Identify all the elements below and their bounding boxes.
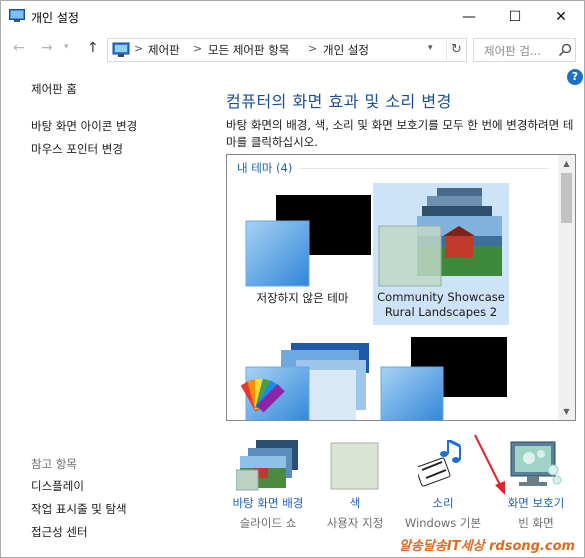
- setting-value: 사용자 지정: [326, 516, 384, 530]
- theme-list[interactable]: 내 테마 (4) 저장하지 않은 테마 Community Showcase R…: [226, 154, 576, 421]
- theme-tile-community-showcase[interactable]: Community Showcase Rural Landscapes 2: [373, 183, 509, 325]
- breadcrumb-separator: >: [134, 42, 144, 55]
- maximize-button[interactable]: ☐: [492, 1, 538, 33]
- theme-label-line2: Rural Landscapes 2: [384, 305, 498, 319]
- setting-desktop-background[interactable]: 바탕 화면 배경 슬라이드 쇼: [223, 438, 313, 533]
- theme-preview-windows-10: [241, 343, 369, 420]
- see-also-taskbar-navigation[interactable]: 작업 표시줄 및 탐색: [31, 501, 127, 517]
- breadcrumb-personalization[interactable]: 개인 설정: [323, 42, 369, 58]
- watermark: 알송달송IT세상 rdsong.com: [399, 539, 576, 554]
- group-header-my-themes: 내 테마 (4): [237, 161, 293, 175]
- desktop-background-icon: [236, 440, 298, 491]
- breadcrumb-all-items[interactable]: 모든 제어판 항목: [208, 42, 289, 58]
- personalization-app-icon: [9, 9, 25, 22]
- setting-name: 바탕 화면 배경: [232, 496, 304, 510]
- theme-tile-high-contrast[interactable]: [373, 333, 509, 420]
- search-input[interactable]: 제어판 검...: [473, 38, 576, 62]
- breadcrumb-separator: >: [193, 42, 203, 55]
- breadcrumb-control-panel[interactable]: 제어판: [148, 42, 180, 58]
- scroll-thumb[interactable]: [561, 173, 572, 223]
- theme-preview-unsaved: [245, 195, 371, 287]
- scroll-down-arrow-icon[interactable]: ▼: [558, 403, 575, 420]
- screen-saver-monitor-icon: [510, 441, 562, 486]
- scroll-up-arrow-icon[interactable]: ▲: [558, 155, 575, 172]
- page-description: 바탕 화면의 배경, 색, 소리 및 화면 보호기를 모두 한 번에 변경하려면…: [226, 118, 574, 149]
- control-panel-icon: [112, 42, 130, 57]
- theme-label: 저장하지 않은 테마: [256, 291, 349, 305]
- annotation-arrow-icon: [474, 434, 505, 495]
- forward-arrow-icon[interactable]: →: [41, 40, 53, 56]
- page-title: 컴퓨터의 화면 효과 및 소리 변경: [226, 92, 452, 111]
- back-arrow-icon[interactable]: ←: [13, 40, 25, 56]
- title-bar[interactable]: 개인 설정 — ☐ ✕: [1, 1, 584, 33]
- setting-value: Windows 기본: [404, 516, 482, 530]
- group-divider: [299, 168, 549, 169]
- see-also-header: 참고 항목: [31, 457, 77, 471]
- music-notes-icon: [418, 440, 461, 487]
- theme-tile-windows-10[interactable]: [235, 333, 370, 420]
- theme-preview-black: [380, 337, 507, 420]
- theme-tile-unsaved[interactable]: 저장하지 않은 테마: [235, 183, 371, 325]
- theme-label-line1: Community Showcase: [377, 290, 505, 304]
- color-swatch-icon: [330, 442, 379, 490]
- see-also-display[interactable]: 디스플레이: [31, 478, 84, 494]
- minimize-button[interactable]: —: [446, 1, 492, 33]
- setting-value: 슬라이드 쇼: [239, 516, 297, 530]
- breadcrumb-separator: >: [308, 42, 318, 55]
- theme-preview-rural-landscapes: [378, 188, 502, 287]
- personalization-window: 개인 설정 — ☐ ✕ ← → ▾ ↑ > 제어판 > 모든 제어판 항목 > …: [0, 0, 585, 558]
- see-also-ease-of-access[interactable]: 접근성 센터: [31, 524, 88, 540]
- sidebar-control-panel-home[interactable]: 제어판 홈: [31, 81, 77, 97]
- refresh-icon[interactable]: ↻: [446, 40, 466, 60]
- recent-locations-chevron-icon[interactable]: ▾: [64, 42, 69, 52]
- sidebar-change-mouse-pointer[interactable]: 마우스 포인터 변경: [31, 141, 123, 157]
- help-icon[interactable]: ?: [567, 69, 583, 85]
- up-arrow-icon[interactable]: ↑: [87, 40, 99, 56]
- search-icon: [558, 43, 572, 57]
- sidebar-change-desktop-icons[interactable]: 바탕 화면 아이콘 변경: [31, 118, 137, 134]
- setting-color[interactable]: 색 사용자 지정: [319, 438, 391, 533]
- setting-name: 색: [349, 496, 361, 510]
- address-dropdown-chevron-icon[interactable]: ▾: [428, 43, 433, 53]
- navigation-bar: ← → ▾ ↑ > 제어판 > 모든 제어판 항목 > 개인 설정 ▾ ↻ 제어…: [1, 34, 584, 64]
- setting-value: 빈 화면: [518, 516, 554, 530]
- search-placeholder: 제어판 검...: [484, 44, 541, 58]
- address-bar[interactable]: > 제어판 > 모든 제어판 항목 > 개인 설정 ▾ ↻: [107, 38, 467, 62]
- close-button[interactable]: ✕: [538, 1, 584, 33]
- window-title: 개인 설정: [31, 11, 79, 25]
- theme-list-scrollbar[interactable]: ▲ ▼: [558, 155, 575, 420]
